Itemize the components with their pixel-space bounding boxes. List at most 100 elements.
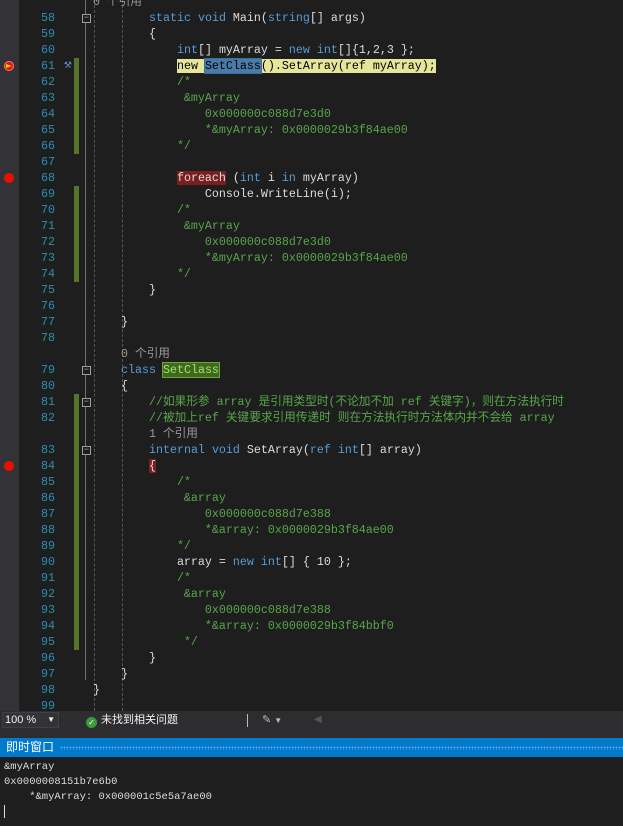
code-line[interactable]: 68 foreach (int i in myArray) [0, 170, 623, 186]
code-line[interactable]: 62 /* [0, 74, 623, 90]
code-line[interactable]: 65 *&myArray: 0x0000029b3f84ae00 [0, 122, 623, 138]
code-token: 0x000000c088d7e3d0 [93, 107, 331, 121]
code-line[interactable]: 91 /* [0, 570, 623, 586]
change-indicator [74, 458, 79, 474]
code-text: 0 个引用 [93, 0, 142, 10]
code-line[interactable]: 90 array = new int[] { 10 }; [0, 554, 623, 570]
line-number: 75 [41, 283, 55, 297]
code-line[interactable]: 85 /* [0, 474, 623, 490]
change-indicator [74, 234, 79, 250]
collapse-icon[interactable]: − [82, 366, 91, 375]
reference-count-link[interactable]: 0 个引用 [93, 347, 170, 361]
code-line[interactable]: 73 *&myArray: 0x0000029b3f84ae00 [0, 250, 623, 266]
code-line[interactable]: 79 − class SetClass [0, 362, 623, 378]
code-line[interactable]: 88 *&array: 0x0000029b3f84ae00 [0, 522, 623, 538]
line-number: 97 [41, 667, 55, 681]
splitter[interactable] [0, 730, 623, 738]
change-indicator [74, 250, 79, 266]
code-token: /* [93, 475, 191, 489]
code-line[interactable]: 74 */ [0, 266, 623, 282]
code-line[interactable]: 63 &myArray [0, 90, 623, 106]
line-number: 78 [41, 331, 55, 345]
reference-count-link[interactable]: 0 个引用 [93, 0, 142, 9]
line-number: 61 [41, 59, 55, 73]
scroll-left-arrow[interactable]: ◀ [314, 714, 322, 725]
code-line[interactable]: 69 Console.WriteLine(i); [0, 186, 623, 202]
code-line[interactable]: 59 { [0, 26, 623, 42]
code-line[interactable]: 58 − static void Main(string[] args) [0, 10, 623, 26]
code-token: int [337, 443, 359, 457]
collapse-icon[interactable]: − [82, 446, 91, 455]
quick-actions-screwdriver-icon[interactable]: ⚒ [64, 57, 72, 73]
immediate-window-title[interactable]: 即时窗口 [0, 738, 623, 757]
code-line[interactable]: 93 0x000000c088d7e388 [0, 602, 623, 618]
code-line[interactable]: 99 [0, 698, 623, 711]
code-line[interactable]: 78 [0, 330, 623, 346]
code-line[interactable]: 87 0x000000c088d7e388 [0, 506, 623, 522]
code-cleanup-button[interactable]: ✎ ▼ [262, 713, 282, 726]
code-line[interactable]: 96 } [0, 650, 623, 666]
zoom-dropdown[interactable]: 100 % ▼ [2, 712, 59, 728]
codelens-row[interactable]: 0 个引用 [0, 0, 623, 10]
code-token: /* [93, 571, 191, 585]
codelens-row[interactable]: 0 个引用 [0, 346, 623, 362]
check-circle-icon: ✓ [86, 717, 97, 728]
code-line[interactable]: 71 &myArray [0, 218, 623, 234]
code-line[interactable]: 83 − internal void SetArray(ref int[] arr… [0, 442, 623, 458]
code-token: { [93, 379, 128, 393]
code-line[interactable]: 94 *&array: 0x0000029b3f84bbf0 [0, 618, 623, 634]
line-number: 95 [41, 635, 55, 649]
line-number: 76 [41, 299, 55, 313]
code-line[interactable]: 86 &array [0, 490, 623, 506]
chevron-down-icon: ▼ [47, 715, 55, 724]
code-text: /* [93, 474, 191, 490]
code-token: [] args) [309, 11, 366, 25]
code-text: //被加上ref 关键要求引用传递时 则在方法执行时方法体内并不会给 array [93, 410, 555, 426]
code-token: internal [148, 443, 205, 457]
code-line[interactable]: 64 0x000000c088d7e3d0 [0, 106, 623, 122]
drag-grip[interactable] [60, 746, 623, 750]
code-line[interactable]: 60 int[] myArray = new int[]{1,2,3 }; [0, 42, 623, 58]
code-line[interactable]: 72 0x000000c088d7e3d0 [0, 234, 623, 250]
code-line[interactable]: 76 [0, 298, 623, 314]
code-line[interactable]: 84 { [0, 458, 623, 474]
code-line[interactable]: ⚒ 61 new SetClass().SetArray(ref myArray)… [0, 57, 623, 74]
output-line: 0x0000008151b7e6b0 [4, 776, 118, 788]
text-caret [4, 805, 5, 818]
code-token: string [267, 11, 310, 25]
collapse-icon[interactable]: − [82, 14, 91, 23]
breakpoint-icon[interactable] [4, 173, 14, 183]
collapse-icon[interactable]: − [82, 398, 91, 407]
issues-indicator[interactable]: ✓ 未找到相关问题 [86, 713, 178, 728]
immediate-window-input[interactable]: &myArray 0x0000008151b7e6b0 *&myArray: 0x… [0, 757, 623, 824]
reference-count-link[interactable]: 1 个引用 [93, 427, 198, 441]
code-line[interactable]: 70 /* [0, 202, 623, 218]
code-line[interactable]: 75 } [0, 282, 623, 298]
code-line[interactable]: 81 − //如果形参 array 是引用类型时(不论加不加 ref 关键字)，则… [0, 394, 623, 410]
code-line[interactable]: 95 */ [0, 634, 623, 650]
code-line[interactable]: 97 } [0, 666, 623, 682]
code-token: [] myArray = [197, 43, 289, 57]
code-line[interactable]: 98} [0, 682, 623, 698]
code-token: ().SetArray(ref myArray); [260, 59, 436, 73]
code-editor[interactable]: 0 个引用 58 − static void Main(string[] args)… [0, 0, 623, 711]
code-line[interactable]: 66 */ [0, 138, 623, 154]
code-line[interactable]: 82 //被加上ref 关键要求引用传递时 则在方法执行时方法体内并不会给 ar… [0, 410, 623, 426]
change-indicator [74, 218, 79, 234]
code-line[interactable]: 80 { [0, 378, 623, 394]
code-text: } [93, 314, 128, 330]
code-lines: 0 个引用 58 − static void Main(string[] args)… [0, 0, 623, 711]
code-line[interactable]: 92 &array [0, 586, 623, 602]
brush-icon: ✎ [262, 714, 272, 726]
code-line[interactable]: 89 */ [0, 538, 623, 554]
change-indicator [74, 602, 79, 618]
codelens-row[interactable]: 1 个引用 [0, 426, 623, 442]
code-line[interactable]: 77 } [0, 314, 623, 330]
current-statement-breakpoint-icon[interactable] [4, 61, 14, 71]
code-line[interactable]: 67 [0, 154, 623, 170]
breakpoint-icon[interactable] [4, 461, 14, 471]
code-token: /* [93, 75, 191, 89]
